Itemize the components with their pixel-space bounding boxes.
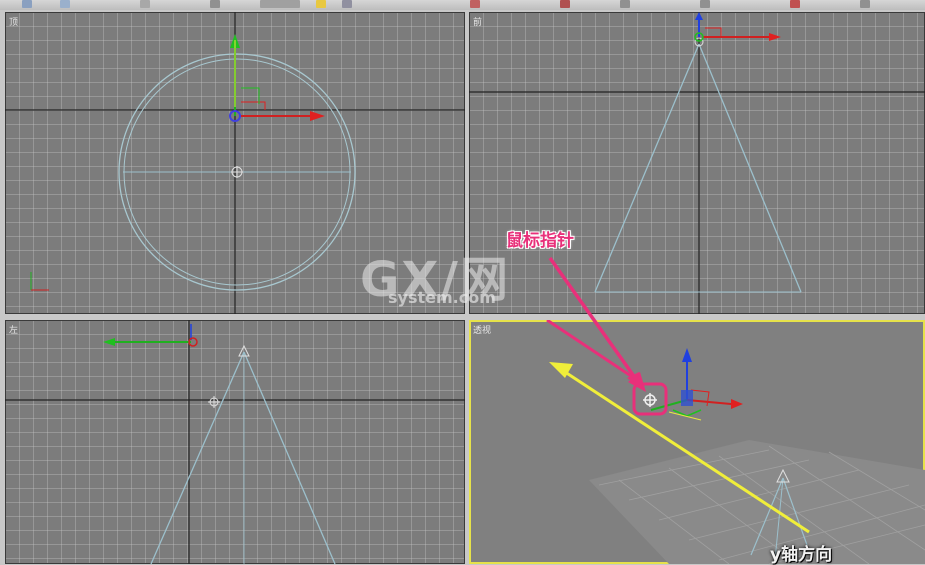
annotation-pointer-label: 鼠标指针 [506, 231, 574, 251]
annotation-arrow-overlay [548, 256, 646, 392]
annotation-axis-label: y轴方向 [770, 545, 833, 565]
